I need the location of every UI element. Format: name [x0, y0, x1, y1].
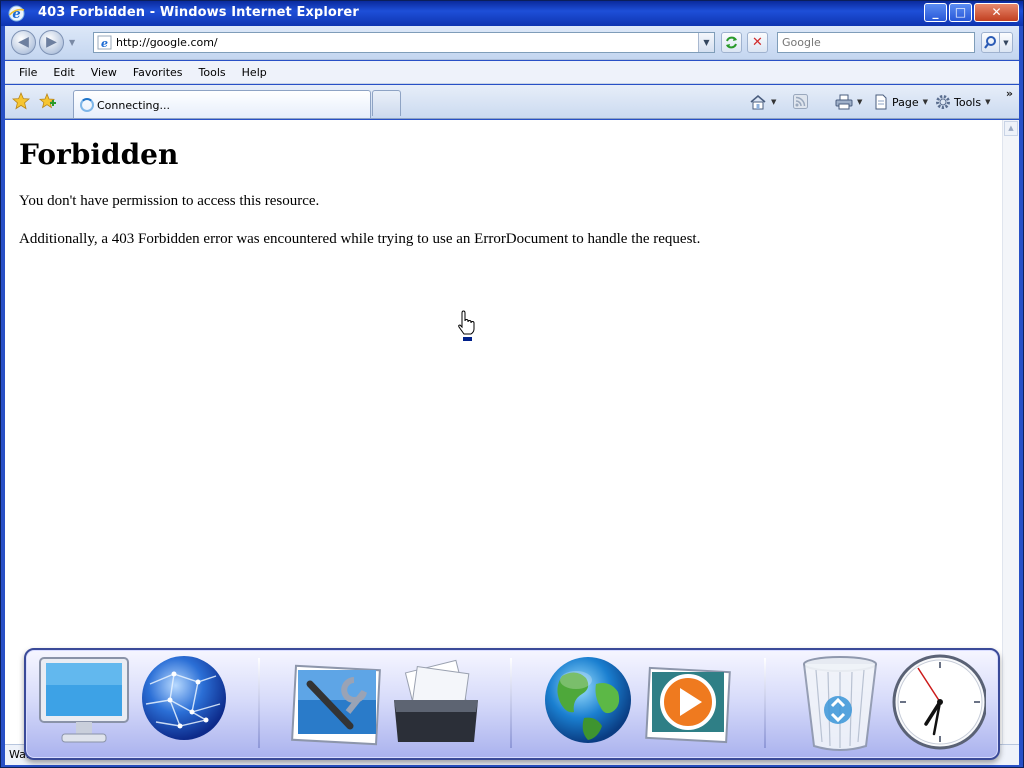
- gear-icon: [936, 95, 950, 109]
- recycle-bin-icon: [803, 656, 877, 751]
- svg-text:e: e: [101, 37, 108, 50]
- error-message: You don't have permission to access this…: [19, 193, 320, 209]
- forward-button[interactable]: ▶: [39, 30, 64, 55]
- menu-tools[interactable]: Tools: [191, 61, 234, 84]
- tab-label: Connecting...: [97, 99, 170, 112]
- dock-item-media-player[interactable]: [640, 654, 736, 754]
- tools-menu-button[interactable]: Tools ▼: [935, 94, 991, 110]
- internet-globe-icon: [545, 657, 631, 743]
- favorites-center-icon[interactable]: [12, 92, 30, 110]
- menu-favorites[interactable]: Favorites: [125, 61, 191, 84]
- dock-item-recycle-bin[interactable]: [792, 654, 888, 754]
- title-bar[interactable]: e 403 Forbidden - Windows Internet Explo…: [1, 1, 1023, 26]
- menu-help[interactable]: Help: [234, 61, 275, 84]
- maximize-button[interactable]: □: [949, 3, 972, 22]
- documents-folder-icon: [394, 659, 478, 742]
- menu-edit[interactable]: Edit: [45, 61, 82, 84]
- dock-separator: [764, 658, 766, 748]
- menu-bar: File Edit View Favorites Tools Help: [5, 61, 1019, 84]
- feeds-button[interactable]: [793, 94, 808, 109]
- dock-item-control-panel[interactable]: [288, 654, 384, 754]
- page-icon: e: [97, 35, 112, 50]
- refresh-button[interactable]: [721, 32, 742, 53]
- window-title: 403 Forbidden - Windows Internet Explore…: [38, 5, 359, 20]
- dock-item-documents[interactable]: [388, 654, 484, 754]
- search-input[interactable]: [782, 34, 972, 51]
- rss-feed-icon: [793, 94, 808, 109]
- home-button[interactable]: ▼: [749, 94, 776, 110]
- menu-view[interactable]: View: [83, 61, 125, 84]
- minimize-button[interactable]: _: [924, 3, 947, 22]
- error-detail: Additionally, a 403 Forbidden error was …: [19, 231, 701, 247]
- print-button[interactable]: ▼: [835, 94, 862, 110]
- navigation-bar: ◀ ▶ ▼ e http://google.com/ ▼ ✕ Google ▼: [5, 26, 1019, 60]
- add-to-favorites-icon[interactable]: [39, 92, 57, 110]
- menu-file[interactable]: File: [11, 61, 45, 84]
- back-button[interactable]: ◀: [11, 30, 36, 55]
- loading-spinner-icon: [80, 98, 94, 112]
- page-heading: Forbidden: [19, 138, 179, 171]
- dock-bar: [24, 648, 1000, 760]
- stop-icon: ✕: [752, 35, 763, 50]
- search-options-dropdown-icon[interactable]: ▼: [1000, 32, 1013, 53]
- stop-button[interactable]: ✕: [747, 32, 768, 53]
- clock-icon: [892, 654, 988, 750]
- page-icon: [875, 94, 887, 110]
- hand-cursor-icon: [458, 310, 475, 341]
- dock-item-internet[interactable]: [540, 654, 636, 754]
- network-globe-icon: [142, 656, 226, 740]
- dock-item-computer[interactable]: [36, 654, 132, 754]
- page-menu-button[interactable]: Page ▼: [873, 94, 928, 110]
- url-text[interactable]: http://google.com/: [116, 36, 218, 49]
- media-player-icon: [645, 666, 731, 744]
- search-icon: [984, 36, 996, 49]
- window-controls: _ □ ✕: [922, 3, 1019, 22]
- printer-icon: [835, 94, 853, 110]
- recent-pages-dropdown-icon[interactable]: ▼: [69, 38, 75, 47]
- tab-bar: Connecting... ▼ ▼ Page ▼ Tools ▼ »: [5, 85, 1019, 119]
- refresh-icon: [726, 36, 737, 49]
- dock-separator: [510, 658, 512, 748]
- vertical-scrollbar[interactable]: ▲: [1002, 120, 1019, 744]
- dock-separator: [258, 658, 260, 748]
- more-commands-chevron-icon[interactable]: »: [1006, 87, 1013, 100]
- tools-menu-label: Tools: [954, 95, 982, 109]
- page-menu-label: Page: [892, 95, 919, 109]
- new-tab-button[interactable]: [372, 90, 401, 116]
- address-dropdown-icon[interactable]: ▼: [698, 33, 714, 52]
- search-button[interactable]: [981, 32, 1000, 53]
- dock-item-clock[interactable]: [890, 654, 988, 754]
- home-icon: [750, 94, 766, 110]
- scroll-up-arrow-icon[interactable]: ▲: [1004, 121, 1018, 136]
- dock-item-network[interactable]: [136, 654, 232, 754]
- close-button[interactable]: ✕: [974, 3, 1019, 22]
- address-bar[interactable]: e http://google.com/ ▼: [93, 32, 715, 53]
- search-box[interactable]: [777, 32, 975, 53]
- monitor-icon: [39, 657, 129, 743]
- tab-active[interactable]: Connecting...: [73, 90, 371, 118]
- internet-explorer-icon: e: [8, 5, 25, 22]
- control-panel-icon: [291, 664, 381, 746]
